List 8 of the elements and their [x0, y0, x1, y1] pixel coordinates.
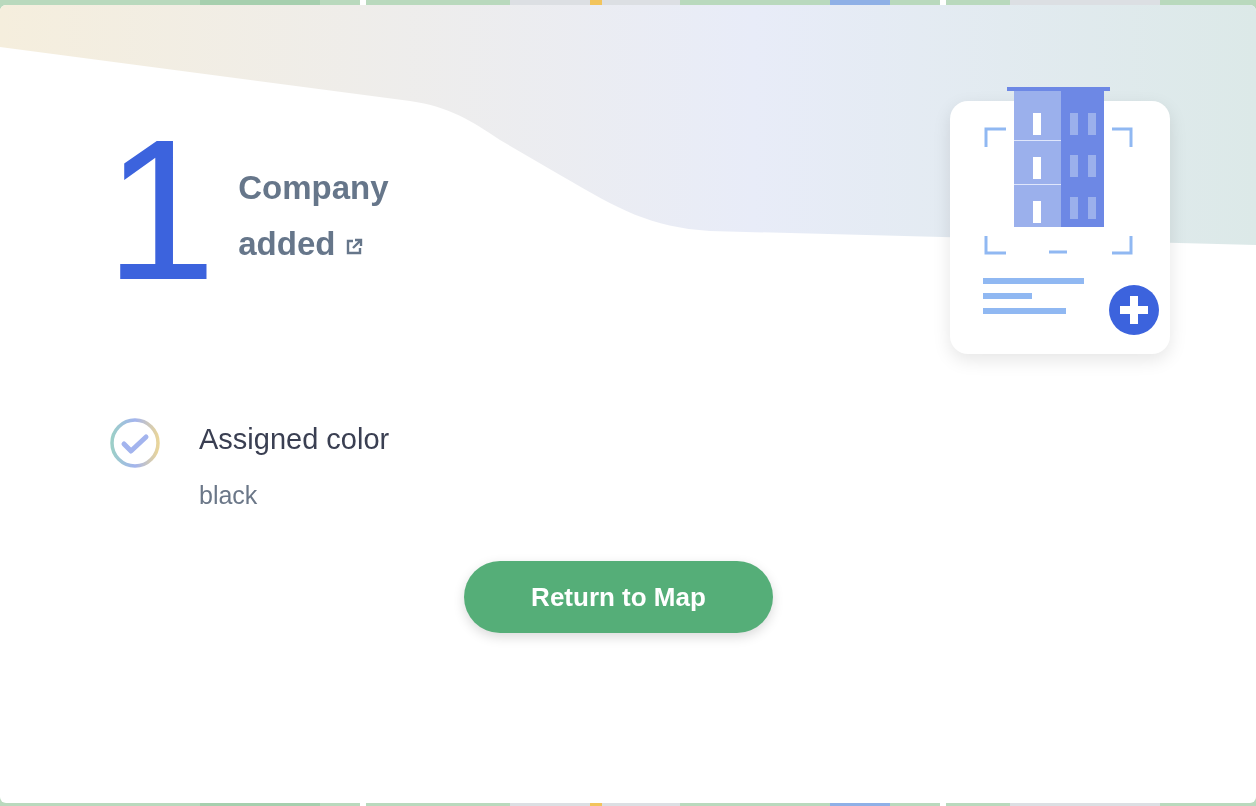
return-to-map-button[interactable]: Return to Map	[464, 561, 773, 633]
added-label: added	[238, 225, 336, 262]
assigned-color-label: Assigned color	[199, 422, 390, 457]
check-circle-icon	[109, 417, 161, 469]
company-label: Company	[238, 168, 389, 208]
external-link-icon[interactable]	[345, 238, 364, 256]
count-number: 1	[105, 110, 213, 310]
assigned-color-value: black	[199, 481, 259, 510]
